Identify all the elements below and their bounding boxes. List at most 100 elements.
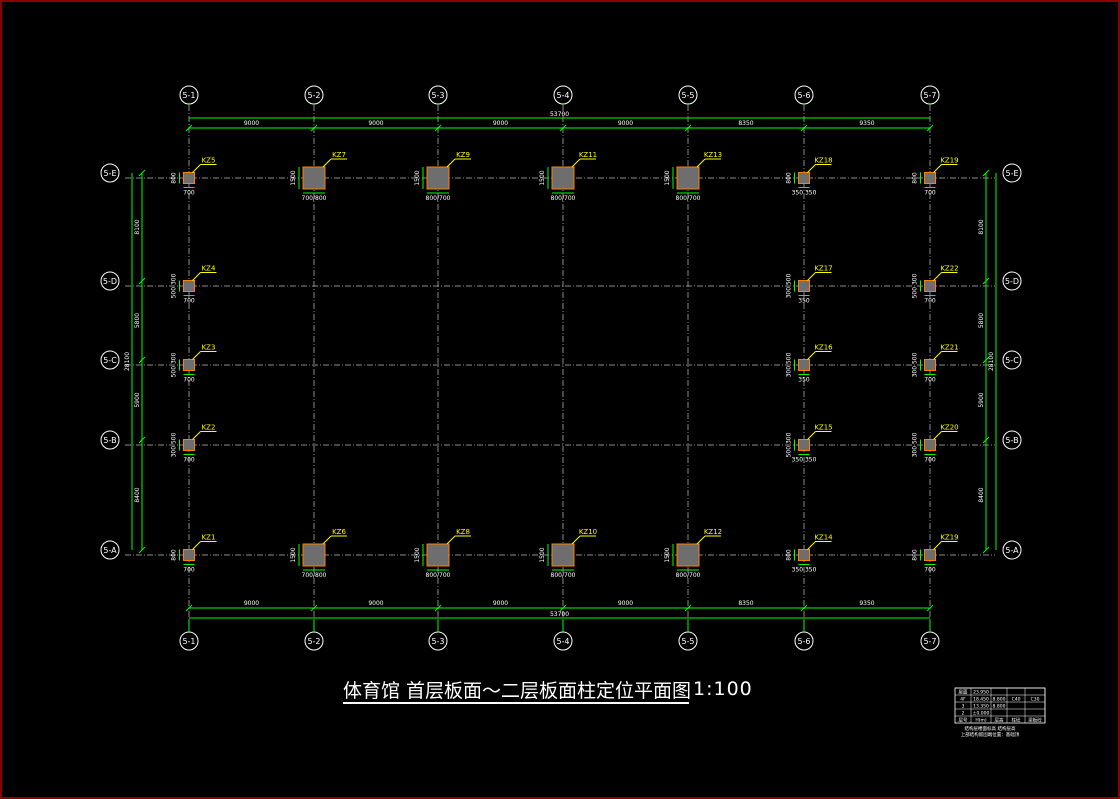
column-KZ19 xyxy=(924,549,936,561)
drawing-title: 体育馆 首层板面～二层板面柱定位平面图 xyxy=(343,680,692,702)
column-width-label: 700 xyxy=(183,298,195,305)
dim-overall-label: 53700 xyxy=(550,111,569,118)
dim-right-spans-label: 8100 xyxy=(978,219,985,234)
column-tag-leader xyxy=(571,158,581,168)
column-width-label: 700 xyxy=(924,567,936,574)
column-height-label: 500 300 xyxy=(786,432,793,457)
column-width-label: 700 xyxy=(924,457,936,464)
column-KZ17 xyxy=(798,280,810,292)
column-tag-leader xyxy=(696,158,706,168)
column-tag-KZ20: KZ20 xyxy=(940,424,958,432)
axis-label-y: 5-B xyxy=(103,436,116,445)
legend-table-cell: 层高 xyxy=(995,717,1004,724)
axis-label-x: 5-2 xyxy=(307,91,320,100)
legend-table-cell: 13.350 xyxy=(973,704,989,710)
column-width-label: 700/800 xyxy=(302,195,327,202)
column-width-label: 350 xyxy=(798,377,810,384)
column-tag-KZ12: KZ12 xyxy=(704,528,722,536)
dim-overall-label: 53700 xyxy=(550,611,569,618)
column-height-label: 300 500 xyxy=(786,352,793,377)
column-KZ7 xyxy=(302,166,326,190)
legend-table-cell: 3 xyxy=(962,704,965,710)
legend-table-cell: ±0.000 xyxy=(973,711,990,717)
column-tag-KZ8: KZ8 xyxy=(456,528,470,536)
dim-overall-y-label: 28100 xyxy=(124,352,131,371)
column-tag-KZ7: KZ7 xyxy=(332,151,346,159)
column-height-label: 1500 xyxy=(414,170,421,185)
column-width-label: 800/700 xyxy=(676,195,701,202)
dim-bottom-spans-label: 8350 xyxy=(738,600,753,607)
axis-label-x: 5-5 xyxy=(681,91,694,100)
axis-label-x: 5-1 xyxy=(182,91,195,100)
axis-label-y: 5-D xyxy=(1005,277,1019,286)
column-tag-KZ6: KZ6 xyxy=(332,528,346,536)
title-underline xyxy=(343,702,689,704)
column-tag-leader xyxy=(933,164,942,173)
column-width-label: 700 xyxy=(183,190,195,197)
column-KZ6 xyxy=(302,543,326,567)
legend-table-cell: 2 xyxy=(962,711,965,717)
column-KZ16 xyxy=(798,359,810,371)
column-tag-leader xyxy=(322,158,332,168)
axis-label-x: 5-7 xyxy=(923,91,936,100)
dim-top-spans-label: 9000 xyxy=(493,120,508,127)
column-tag-KZ22: KZ22 xyxy=(940,265,958,273)
axis-label-x: 5-3 xyxy=(431,637,444,646)
column-tag-leader xyxy=(807,431,816,440)
axis-label-y: 5-E xyxy=(1005,169,1018,178)
column-width-label: 800/700 xyxy=(426,572,451,579)
dim-top-spans-label: 9350 xyxy=(859,120,874,127)
axis-label-y: 5-B xyxy=(1005,436,1018,445)
column-KZ11 xyxy=(551,166,575,190)
column-width-label: 350 xyxy=(798,298,810,305)
column-tag-KZ5: KZ5 xyxy=(202,157,216,165)
column-height-label: 1500 xyxy=(539,547,546,562)
dim-top-spans-label: 9000 xyxy=(618,120,633,127)
column-width-label: 350 350 xyxy=(792,457,817,464)
axis-label-x: 5-6 xyxy=(797,637,810,646)
column-tag-KZ4: KZ4 xyxy=(202,265,216,273)
column-width-label: 800/700 xyxy=(551,195,576,202)
column-tag-KZ1: KZ1 xyxy=(202,534,216,542)
column-tag-leader xyxy=(933,351,942,360)
dim-overall-y-label: 28100 xyxy=(988,352,995,371)
column-tag-leader xyxy=(192,164,201,173)
column-KZ15 xyxy=(798,439,810,451)
column-tag-KZ10: KZ10 xyxy=(579,528,597,536)
column-tag-KZ21: KZ21 xyxy=(940,344,958,352)
axis-label-x: 5-4 xyxy=(556,637,569,646)
column-KZ9 xyxy=(426,166,450,190)
column-KZ18 xyxy=(798,172,810,184)
column-tag-leader xyxy=(571,535,581,545)
legend-note-1: 结构层楼面标高 结构层高 xyxy=(965,725,1016,732)
column-height-label: 800 xyxy=(912,172,919,184)
legend-table-cell: 层号 xyxy=(959,718,968,724)
legend-table-cell: 23.950 xyxy=(973,690,989,696)
axis-label-y: 5-A xyxy=(1005,546,1019,555)
column-KZ20 xyxy=(924,439,936,451)
column-tag-KZ14: KZ14 xyxy=(814,534,833,542)
column-width-label: 700 xyxy=(924,377,936,384)
column-tag-leader xyxy=(933,431,942,440)
column-tag-leader xyxy=(807,541,816,550)
legend-table-cell: H(m) xyxy=(975,718,987,724)
dim-top-spans-label: 9000 xyxy=(368,120,383,127)
column-height-label: 1500 xyxy=(290,170,297,185)
column-width-label: 700 xyxy=(183,567,195,574)
column-height-label: 800 xyxy=(912,549,919,561)
legend-table-cell: 梁板砼 xyxy=(1028,717,1042,724)
axis-label-x: 5-1 xyxy=(182,637,195,646)
column-KZ14 xyxy=(798,549,810,561)
dim-top-spans-label: 9000 xyxy=(244,120,259,127)
column-width-label: 350 350 xyxy=(792,567,817,574)
column-tag-KZ13: KZ13 xyxy=(704,151,722,159)
column-height-label: 800 xyxy=(786,549,793,561)
column-width-label: 800/700 xyxy=(551,572,576,579)
dim-left-spans-label: 8100 xyxy=(134,219,141,234)
column-KZ19 xyxy=(924,172,936,184)
axis-label-x: 5-5 xyxy=(681,637,694,646)
column-KZ5 xyxy=(183,172,195,184)
dim-bottom-spans-label: 9000 xyxy=(618,600,633,607)
dim-right-spans-label: 5800 xyxy=(978,313,985,328)
dim-top-spans-label: 8350 xyxy=(738,120,753,127)
